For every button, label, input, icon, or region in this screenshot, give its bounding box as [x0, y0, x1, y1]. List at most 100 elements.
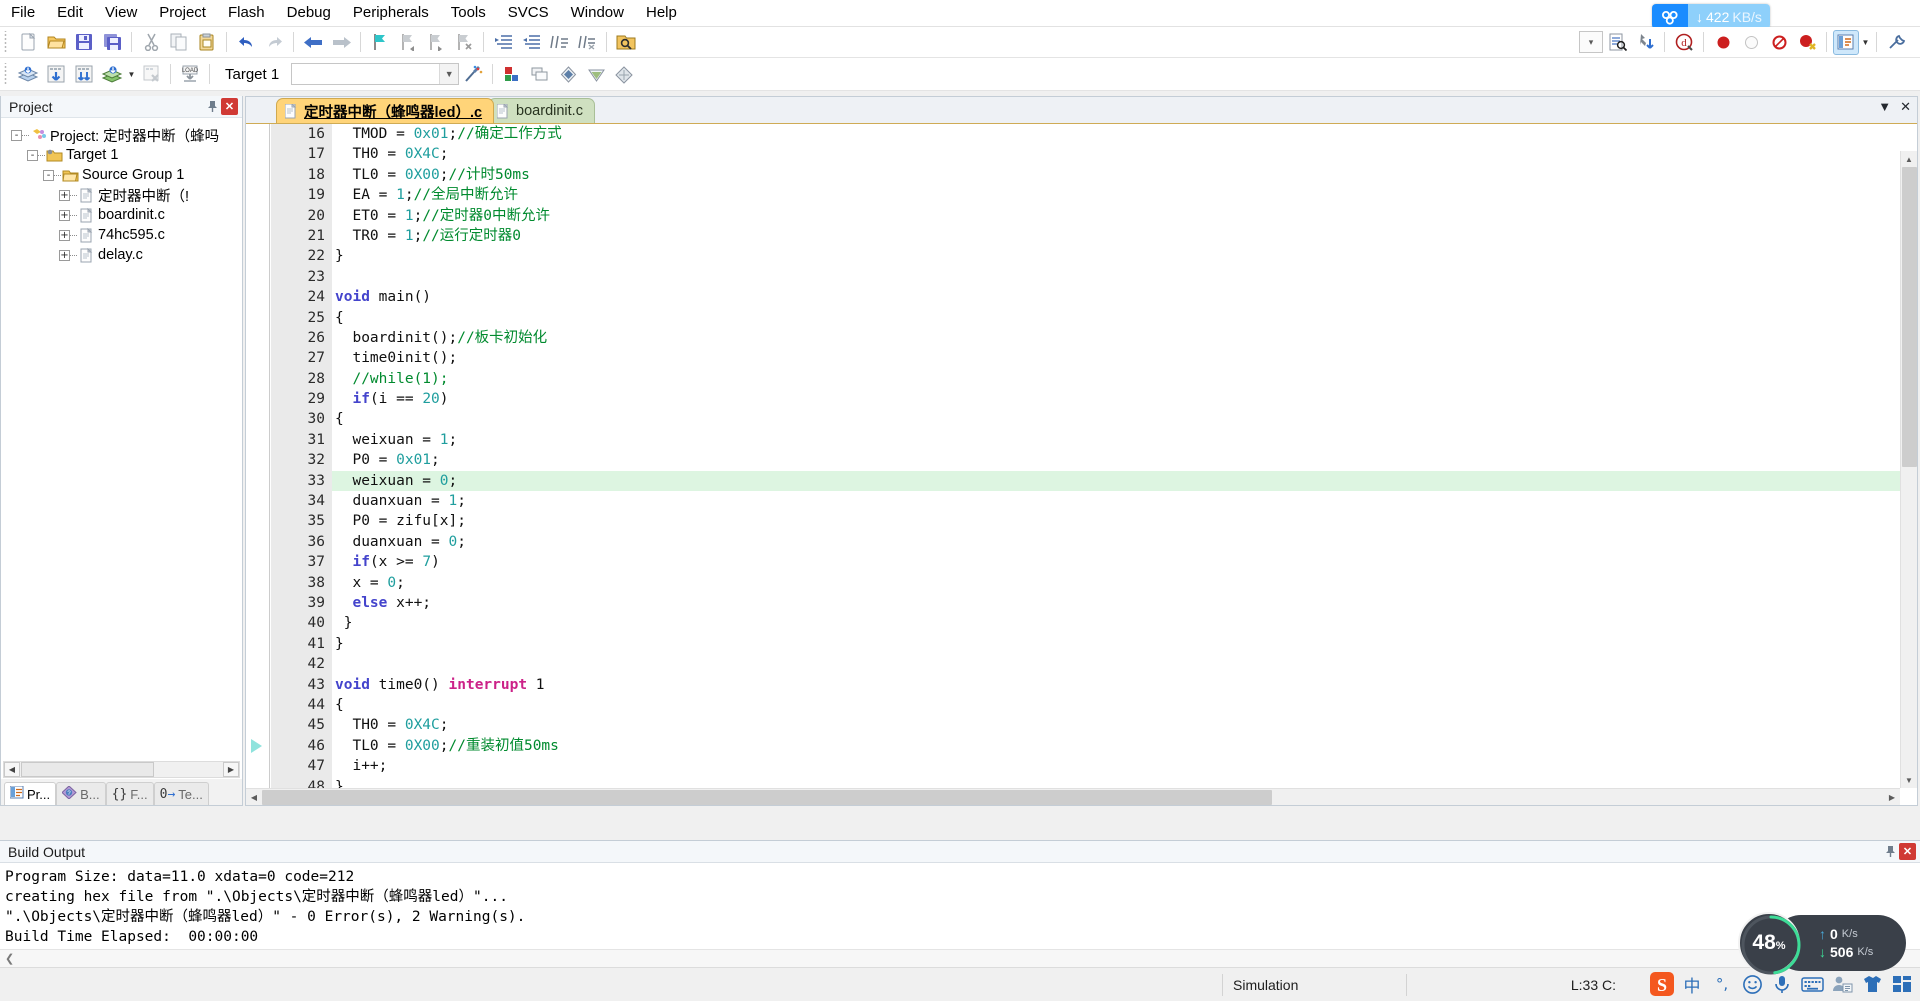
- pin-icon[interactable]: [1882, 843, 1899, 860]
- code-line[interactable]: 35 P0 = zifu[x];: [271, 511, 1900, 532]
- batch-build-dropdown-icon[interactable]: ▼: [126, 62, 137, 87]
- menu-file[interactable]: File: [0, 2, 46, 24]
- project-tree[interactable]: - Project: 定时器中断（蜂吗 - Target 1 - Source …: [1, 119, 242, 757]
- hscroll-thumb[interactable]: [21, 762, 154, 777]
- editor-margin[interactable]: [246, 124, 270, 788]
- code-line[interactable]: 44{: [271, 694, 1900, 716]
- menu-window[interactable]: Window: [560, 2, 635, 24]
- undo-icon[interactable]: [233, 30, 259, 55]
- comment-icon[interactable]: [546, 30, 572, 55]
- bookmark-toggle-icon[interactable]: [367, 30, 393, 55]
- bookmark-clear-icon[interactable]: [451, 30, 477, 55]
- functions-icon[interactable]: [583, 62, 609, 87]
- start-debug-icon[interactable]: d: [1671, 30, 1697, 55]
- menu-svcs[interactable]: SVCS: [497, 2, 560, 24]
- chinese-mode-icon[interactable]: 中: [1678, 970, 1706, 998]
- code-line[interactable]: 42: [271, 654, 1900, 675]
- tab-books[interactable]: ? B...: [56, 782, 106, 805]
- expander-icon[interactable]: -: [11, 129, 22, 141]
- scroll-left-icon[interactable]: ◀: [4, 762, 20, 777]
- scroll-right-icon[interactable]: ▶: [223, 762, 239, 777]
- code-line[interactable]: 34 duanxuan = 1;: [271, 491, 1900, 512]
- code-editor[interactable]: 16 TMOD = 0x01;//确定工作方式 17 TH0 = 0X4C; 18 …: [246, 124, 1917, 805]
- code-line[interactable]: 48}: [271, 776, 1900, 788]
- code-line[interactable]: 23: [271, 266, 1900, 288]
- save-all-icon[interactable]: [99, 30, 125, 55]
- code-line[interactable]: 22}: [271, 246, 1900, 267]
- expander-icon[interactable]: +: [59, 189, 70, 201]
- manage-components-icon[interactable]: [527, 62, 553, 87]
- code-line[interactable]: 31 weixuan = 1;: [271, 429, 1900, 451]
- navigate-back-icon[interactable]: [300, 30, 326, 55]
- close-icon[interactable]: ✕: [221, 98, 238, 115]
- tree-node-file-74hc595[interactable]: + 74hc595.c: [1, 225, 242, 245]
- code-line[interactable]: 47 i++;: [271, 756, 1900, 777]
- manage-project-items-icon[interactable]: [499, 62, 525, 87]
- copy-icon[interactable]: [166, 30, 192, 55]
- editor-tab-active[interactable]: 定时器中断（蜂鸣器led）.c: [276, 98, 495, 123]
- punctuation-icon[interactable]: °,: [1708, 970, 1736, 998]
- project-window-dropdown-icon[interactable]: ▼: [1860, 30, 1871, 55]
- disable-breakpoint-icon[interactable]: [1738, 30, 1764, 55]
- scroll-down-icon[interactable]: ▼: [1901, 772, 1917, 788]
- expander-icon[interactable]: -: [43, 169, 54, 181]
- batch-build-icon[interactable]: [99, 62, 125, 87]
- code-line[interactable]: 33 weixuan = 0;: [271, 470, 1900, 492]
- download-icon[interactable]: LOAD: [177, 62, 203, 87]
- code-line[interactable]: 41}: [271, 633, 1900, 655]
- code-line[interactable]: 20 ET0 = 1;//定时器0中断允许: [271, 205, 1900, 226]
- build-output-hscrollbar[interactable]: ❮: [0, 949, 1920, 967]
- code-line[interactable]: 43 void time0() interrupt 1: [271, 674, 1900, 695]
- browse-symbol-icon[interactable]: [1604, 30, 1630, 55]
- tree-node-file-delay[interactable]: + delay.c: [1, 245, 242, 265]
- code-lines[interactable]: 16 TMOD = 0x01;//确定工作方式 17 TH0 = 0X4C; 18 …: [271, 124, 1900, 788]
- code-line[interactable]: 26 boardinit();//板卡初始化: [271, 327, 1900, 349]
- insert-breakpoint-icon[interactable]: [1710, 30, 1736, 55]
- code-line[interactable]: 19 EA = 1;//全局中断允许: [271, 185, 1900, 206]
- scroll-left-icon[interactable]: ❮: [5, 952, 14, 965]
- tree-node-source-group[interactable]: - Source Group 1: [1, 165, 242, 185]
- translate-icon[interactable]: [15, 62, 41, 87]
- code-line[interactable]: 39 else x++;: [271, 592, 1900, 614]
- expander-icon[interactable]: +: [59, 229, 70, 241]
- books-icon[interactable]: [555, 62, 581, 87]
- menu-view[interactable]: View: [94, 2, 148, 24]
- code-line[interactable]: 28 //while(1);: [271, 368, 1900, 390]
- close-icon[interactable]: ✕: [1899, 843, 1916, 860]
- find-in-files-icon[interactable]: [613, 30, 639, 55]
- code-line[interactable]: 45 TH0 = 0X4C;: [271, 715, 1900, 736]
- new-file-icon[interactable]: [15, 30, 41, 55]
- project-window-icon[interactable]: [1833, 29, 1859, 55]
- user-icon[interactable]: [1828, 970, 1856, 998]
- uncomment-icon[interactable]: [574, 30, 600, 55]
- menu-flash[interactable]: Flash: [217, 2, 276, 24]
- expander-icon[interactable]: -: [27, 149, 38, 161]
- scroll-up-icon[interactable]: ▲: [1901, 151, 1917, 167]
- menu-edit[interactable]: Edit: [46, 2, 94, 24]
- hscroll-thumb[interactable]: [262, 789, 1272, 805]
- project-panel-hscrollbar[interactable]: ◀ ▶: [3, 761, 240, 778]
- code-line[interactable]: 30{: [271, 409, 1900, 430]
- scroll-right-icon[interactable]: ▶: [1884, 789, 1900, 805]
- code-line[interactable]: 16 TMOD = 0x01;//确定工作方式: [271, 124, 1900, 145]
- code-line[interactable]: 38 x = 0;: [271, 572, 1900, 593]
- editor-tab-boardinit[interactable]: boardinit.c: [488, 98, 595, 123]
- tab-functions[interactable]: {} F...: [105, 782, 154, 805]
- target-select[interactable]: ▼: [291, 63, 460, 85]
- code-line[interactable]: 25{: [271, 307, 1900, 328]
- remove-all-breakpoints-icon[interactable]: [1766, 30, 1792, 55]
- skin-icon[interactable]: [1858, 970, 1886, 998]
- code-line[interactable]: 27 time0init();: [271, 348, 1900, 369]
- tree-node-file-main[interactable]: + 定时器中断（!: [1, 185, 242, 205]
- code-line[interactable]: 21 TR0 = 1;//运行定时器0: [271, 225, 1900, 247]
- menu-tools[interactable]: Tools: [440, 2, 497, 24]
- sogou-logo-icon[interactable]: S: [1648, 970, 1676, 998]
- bookmark-arrow-icon[interactable]: [251, 739, 262, 753]
- outdent-icon[interactable]: [518, 30, 544, 55]
- close-document-icon[interactable]: ✕: [1900, 100, 1911, 113]
- menu-help[interactable]: Help: [635, 2, 688, 24]
- menu-project[interactable]: Project: [148, 2, 217, 24]
- editor-vscrollbar[interactable]: ▲ ▼: [1900, 151, 1917, 788]
- code-line[interactable]: 18 TL0 = 0X00;//计时50ms: [271, 164, 1900, 186]
- menu-peripherals[interactable]: Peripherals: [342, 2, 440, 24]
